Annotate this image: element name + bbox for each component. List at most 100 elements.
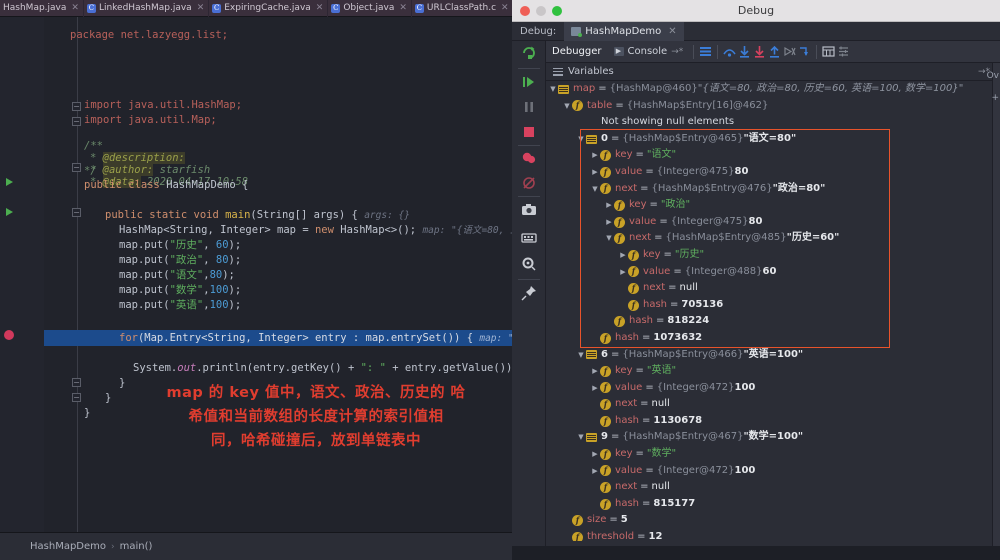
editor-gutter[interactable] xyxy=(0,17,44,532)
chevron-right-icon[interactable]: ▶ xyxy=(604,214,614,231)
variable-row[interactable]: ▼ map = {HashMap@460} "{语文=80, 政治=80, 历史=60… xyxy=(546,81,992,98)
resume-program-icon[interactable] xyxy=(520,73,538,91)
mute-breakpoints-icon[interactable] xyxy=(520,174,538,192)
snapshot-icon[interactable] xyxy=(520,201,538,219)
variable-row[interactable]: ▼ f table = {HashMap$Entry[16]@462} xyxy=(546,98,992,115)
breakpoint-icon[interactable] xyxy=(4,330,14,340)
variable-row[interactable]: ▼ 6 = {HashMap$Entry@466} "英语=100" xyxy=(546,347,992,364)
variable-row[interactable]: ▶ f value = {Integer@488} 60 xyxy=(546,264,992,281)
chevron-down-icon[interactable]: ▼ xyxy=(604,230,614,247)
variable-row[interactable]: ▶ f value = {Integer@475} 80 xyxy=(546,214,992,231)
chevron-down-icon[interactable]: ▼ xyxy=(590,181,600,198)
stop-icon[interactable] xyxy=(520,123,538,141)
fold-marker-a[interactable]: − xyxy=(72,378,81,387)
chevron-right-icon[interactable]: ▶ xyxy=(590,147,600,164)
variable-row[interactable]: ▶ f key = "语文" xyxy=(546,147,992,164)
chevron-right-icon[interactable]: ▶ xyxy=(618,264,628,281)
variable-row[interactable]: f hash = 815177 xyxy=(546,496,992,513)
chevron-down-icon[interactable]: ▼ xyxy=(576,347,586,364)
evaluate-icon[interactable] xyxy=(821,44,836,59)
code-editor[interactable]: − − − − − − − package net.lazyegg.list; … xyxy=(0,17,512,532)
fold-marker-import1[interactable]: − xyxy=(72,102,81,111)
variable-row[interactable]: ▼ f next = {HashMap$Entry@485} "历史=60" xyxy=(546,230,992,247)
variable-row[interactable]: ▼ f next = {HashMap$Entry@476} "政治=80" xyxy=(546,181,992,198)
tab-debugger[interactable]: Debugger xyxy=(546,46,608,57)
variable-row[interactable]: f hash = 818224 xyxy=(546,313,992,330)
run-config-name: HashMapDemo xyxy=(585,25,662,37)
variable-equals: = xyxy=(654,232,663,244)
more-tabs-icon[interactable]: →* xyxy=(671,47,683,57)
editor-tab-2[interactable]: C ExpiringCache.java ✕ xyxy=(209,0,329,17)
editor-tab-0[interactable]: HashMap.java ✕ xyxy=(0,0,84,17)
variable-row[interactable]: ▼ 0 = {HashMap$Entry@465} "语文=80" xyxy=(546,131,992,148)
fold-marker-doc[interactable]: − xyxy=(72,163,81,172)
variable-row[interactable]: ▶ f value = {Integer@472} 100 xyxy=(546,463,992,480)
variable-row[interactable]: ▶ f key = "数学" xyxy=(546,446,992,463)
step-over-icon[interactable] xyxy=(722,44,737,59)
variables-tree[interactable]: ▼ map = {HashMap@460} "{语文=80, 政治=80, 历史=60… xyxy=(546,81,992,541)
variable-row[interactable]: f hash = 1130678 xyxy=(546,413,992,430)
run-class-gutter-icon[interactable] xyxy=(6,178,13,186)
chevron-down-icon[interactable]: ▼ xyxy=(576,131,586,148)
evaluate-expression-icon[interactable] xyxy=(520,229,538,247)
variable-row[interactable]: f next = null xyxy=(546,479,992,496)
chevron-right-icon[interactable]: ▶ xyxy=(590,463,600,480)
chevron-right-icon[interactable]: ▶ xyxy=(590,446,600,463)
close-icon[interactable]: ✕ xyxy=(399,3,407,13)
breadcrumb-method[interactable]: main() xyxy=(120,541,153,552)
settings-icon[interactable] xyxy=(520,255,538,273)
variable-row[interactable]: ▶ f value = {Integer@472} 100 xyxy=(546,380,992,397)
fold-marker-import2[interactable]: − xyxy=(72,117,81,126)
variable-row[interactable]: f hash = 1073632 xyxy=(546,330,992,347)
breadcrumb-class[interactable]: HashMapDemo xyxy=(30,541,106,552)
variable-name: hash xyxy=(615,414,640,426)
chevron-down-icon[interactable]: ▼ xyxy=(548,81,558,98)
variable-row[interactable]: f next = null xyxy=(546,396,992,413)
right-tool-strip[interactable]: Ov + xyxy=(987,63,1000,560)
view-breakpoints-icon[interactable] xyxy=(520,149,538,167)
close-icon[interactable]: ✕ xyxy=(668,26,676,37)
force-step-into-icon[interactable] xyxy=(752,44,767,59)
pause-program-icon[interactable] xyxy=(520,98,538,116)
debug-run-config-tab[interactable]: HashMapDemo ✕ xyxy=(564,21,684,41)
editor-tab-3[interactable]: C Object.java ✕ xyxy=(328,0,412,17)
variable-row[interactable]: Not showing null elements xyxy=(546,114,992,131)
fold-marker-method[interactable]: − xyxy=(72,208,81,217)
chevron-right-icon[interactable]: ▶ xyxy=(590,363,600,380)
chevron-right-icon[interactable]: ▶ xyxy=(590,380,600,397)
editor-tab-1[interactable]: C LinkedHashMap.java ✕ xyxy=(84,0,210,17)
rerun-icon[interactable] xyxy=(520,44,538,62)
chevron-down-icon[interactable]: ▼ xyxy=(576,429,586,446)
variable-row[interactable]: ▶ f value = {Integer@475} 80 xyxy=(546,164,992,181)
close-icon[interactable]: ✕ xyxy=(197,3,205,13)
add-watch-icon[interactable]: + xyxy=(991,93,999,103)
run-method-gutter-icon[interactable] xyxy=(6,208,13,216)
close-icon[interactable]: ✕ xyxy=(316,3,324,13)
variable-row[interactable]: ▼ 9 = {HashMap$Entry@467} "数学=100" xyxy=(546,429,992,446)
chevron-right-icon[interactable]: ▶ xyxy=(618,247,628,264)
variable-row[interactable]: f hash = 705136 xyxy=(546,297,992,314)
step-into-icon[interactable] xyxy=(737,44,752,59)
fold-marker-b[interactable]: − xyxy=(72,393,81,402)
settings-row-icon[interactable] xyxy=(836,44,851,59)
close-icon[interactable]: ✕ xyxy=(71,3,79,13)
variable-row[interactable]: f threshold = 12 xyxy=(546,529,992,541)
chevron-right-icon[interactable]: ▶ xyxy=(590,164,600,181)
variable-row[interactable]: ▶ f key = "历史" xyxy=(546,247,992,264)
variable-row[interactable]: ▶ f key = "英语" xyxy=(546,363,992,380)
run-to-cursor-icon[interactable] xyxy=(782,44,797,59)
variable-row[interactable]: f next = null xyxy=(546,280,992,297)
layout-icon[interactable] xyxy=(698,44,713,59)
variable-equals: = xyxy=(635,448,644,460)
variable-name: key xyxy=(615,448,633,460)
editor-tab-4[interactable]: C URLClassPath.c ✕ xyxy=(412,0,514,17)
chevron-down-icon[interactable]: ▼ xyxy=(562,98,572,115)
tab-console[interactable]: ▶ Console →* xyxy=(608,46,690,57)
close-icon[interactable]: ✕ xyxy=(501,3,509,13)
step-out-icon[interactable] xyxy=(767,44,782,59)
drop-frame-icon[interactable] xyxy=(797,44,812,59)
pin-icon[interactable] xyxy=(520,284,538,302)
chevron-right-icon[interactable]: ▶ xyxy=(604,197,614,214)
variable-row[interactable]: ▶ f key = "政治" xyxy=(546,197,992,214)
variable-row[interactable]: f size = 5 xyxy=(546,512,992,529)
